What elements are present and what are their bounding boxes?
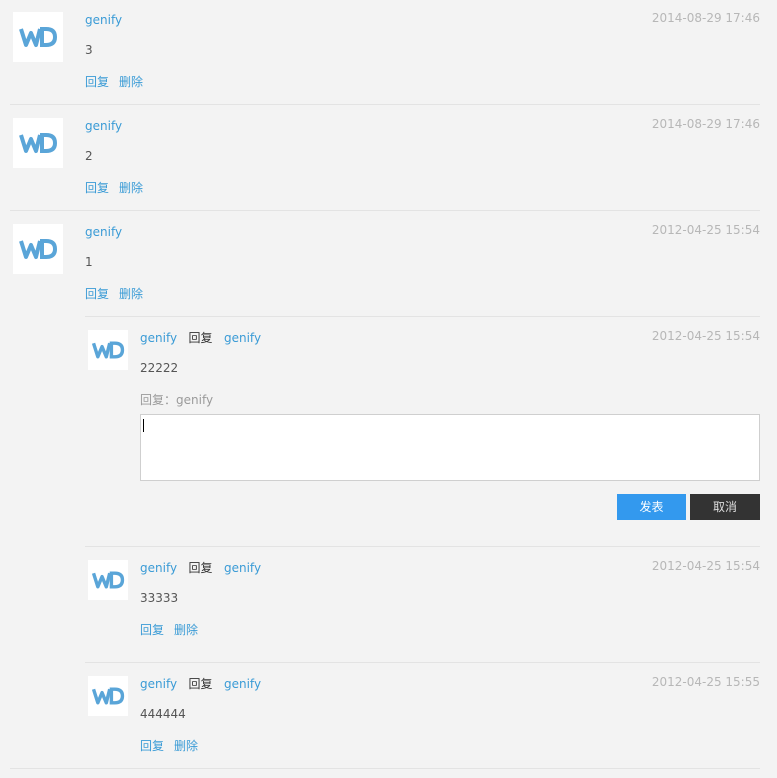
- reply-header: genify 回复 genify: [140, 331, 261, 345]
- avatar[interactable]: [13, 224, 63, 274]
- comment-content: 1: [85, 255, 93, 269]
- reply-link[interactable]: 回复: [140, 623, 164, 637]
- avatar[interactable]: [88, 676, 128, 716]
- reply-target[interactable]: genify: [224, 561, 261, 575]
- divider: [10, 104, 760, 105]
- cancel-button[interactable]: 取消: [690, 494, 760, 520]
- divider: [85, 546, 760, 547]
- reply-header: genify 回复 genify: [140, 677, 261, 691]
- comment-time: 2014-08-29 17:46: [651, 117, 760, 131]
- avatar[interactable]: [13, 118, 63, 168]
- comment-time: 2014-08-29 17:46: [651, 11, 760, 25]
- reply-link[interactable]: 回复: [85, 287, 109, 301]
- wd-logo-icon: [91, 341, 125, 359]
- delete-link[interactable]: 删除: [174, 623, 198, 637]
- delete-link[interactable]: 删除: [174, 739, 198, 753]
- reply-content: 22222: [140, 361, 179, 375]
- wd-logo-icon: [19, 133, 58, 153]
- divider: [10, 768, 760, 769]
- comment-content: 2: [85, 149, 93, 163]
- reply-content: 444444: [140, 707, 186, 721]
- reply-textarea[interactable]: [140, 414, 760, 481]
- reply-content: 33333: [140, 591, 179, 605]
- reply-word: 回复: [188, 561, 213, 575]
- reply-word: 回复: [188, 677, 213, 691]
- reply-link[interactable]: 回复: [85, 75, 109, 89]
- avatar[interactable]: [88, 330, 128, 370]
- delete-link[interactable]: 删除: [119, 75, 143, 89]
- comment-content: 3: [85, 43, 93, 57]
- post-button[interactable]: 发表: [617, 494, 686, 520]
- reply-actions: 回复 删除: [140, 739, 208, 753]
- reply-target[interactable]: genify: [224, 331, 261, 345]
- reply-author[interactable]: genify: [140, 677, 177, 691]
- divider: [85, 662, 760, 663]
- avatar[interactable]: [13, 12, 63, 62]
- comment-author[interactable]: genify: [85, 225, 122, 239]
- delete-link[interactable]: 删除: [119, 287, 143, 301]
- avatar[interactable]: [88, 560, 128, 600]
- comment-time: 2012-04-25 15:54: [651, 223, 760, 237]
- reply-time: 2012-04-25 15:54: [651, 329, 760, 343]
- reply-link[interactable]: 回复: [85, 181, 109, 195]
- delete-link[interactable]: 删除: [119, 181, 143, 195]
- wd-logo-icon: [19, 239, 58, 259]
- reply-time: 2012-04-25 15:55: [651, 675, 760, 689]
- reply-link[interactable]: 回复: [140, 739, 164, 753]
- reply-form-label: 回复：genify: [140, 393, 214, 407]
- reply-author[interactable]: genify: [140, 561, 177, 575]
- reply-author[interactable]: genify: [140, 331, 177, 345]
- comment-author[interactable]: genify: [85, 119, 122, 133]
- wd-logo-icon: [91, 571, 125, 589]
- wd-logo-icon: [91, 687, 125, 705]
- reply-word: 回复: [188, 331, 213, 345]
- reply-target[interactable]: genify: [224, 677, 261, 691]
- wd-logo-icon: [19, 27, 58, 47]
- reply-header: genify 回复 genify: [140, 561, 261, 575]
- comment-author[interactable]: genify: [85, 13, 122, 27]
- divider: [85, 316, 760, 317]
- comment-actions: 回复 删除: [85, 287, 153, 301]
- comment-actions: 回复 删除: [85, 181, 153, 195]
- comment-actions: 回复 删除: [85, 75, 153, 89]
- divider: [10, 210, 760, 211]
- text-cursor: [143, 419, 144, 432]
- reply-actions: 回复 删除: [140, 623, 208, 637]
- reply-time: 2012-04-25 15:54: [651, 559, 760, 573]
